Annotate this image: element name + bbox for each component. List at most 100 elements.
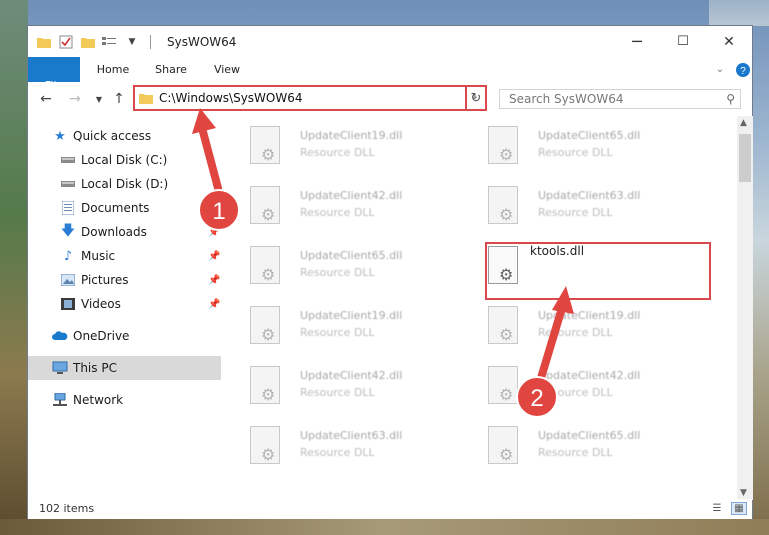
dll-file-icon: ⚙: [250, 306, 280, 344]
up-button[interactable]: ↑: [110, 90, 128, 108]
large-icons-view-icon[interactable]: ▦: [731, 502, 747, 515]
dll-file-icon: ⚙: [488, 306, 518, 344]
refresh-icon: ↻: [470, 90, 482, 106]
forward-button[interactable]: →: [66, 90, 84, 108]
sidebar-item-label: This PC: [73, 361, 117, 375]
chevron-down-icon: ▼: [95, 94, 103, 104]
file-item[interactable]: ⚙ UpdateClient42.dll Resource DLL: [480, 360, 705, 416]
sidebar-item-music[interactable]: ♪ Music 📌: [28, 244, 221, 268]
expand-ribbon-icon[interactable]: ⌄: [712, 57, 728, 82]
close-button[interactable]: ✕: [706, 26, 752, 57]
back-button[interactable]: ←: [37, 90, 55, 108]
file-item[interactable]: ⚙ UpdateClient63.dll Resource DLL: [480, 180, 705, 236]
folder-icon: [139, 94, 153, 104]
sidebar-item-this-pc[interactable]: This PC: [28, 356, 221, 380]
desktop-background-top: [709, 0, 769, 26]
sidebar-item-documents[interactable]: Documents: [28, 196, 221, 220]
file-item[interactable]: ⚙ UpdateClient19.dll Resource DLL: [242, 120, 467, 176]
file-item[interactable]: ⚙ UpdateClient65.dll Resource DLL: [242, 240, 467, 296]
refresh-button[interactable]: ↻: [465, 85, 487, 111]
sidebar-item-local-disk-c[interactable]: Local Disk (C:): [28, 148, 221, 172]
sidebar-item-onedrive[interactable]: OneDrive: [28, 324, 221, 348]
pin-icon[interactable]: 📌: [208, 275, 220, 286]
file-item[interactable]: ⚙ UpdateClient42.dll Resource DLL: [242, 360, 467, 416]
file-item[interactable]: ⚙ UpdateClient19.dll Resource DLL: [480, 300, 705, 356]
file-name: UpdateClient63.dll: [300, 429, 403, 442]
sidebar-item-downloads[interactable]: 🡇 Downloads 📌: [28, 220, 221, 244]
drive-icon: [60, 152, 76, 168]
minimize-button[interactable]: ─: [614, 26, 660, 57]
search-icon: ⚲: [726, 92, 735, 106]
file-item[interactable]: ⚙ UpdateClient63.dll Resource DLL: [242, 420, 467, 476]
new-folder-icon[interactable]: [80, 34, 96, 50]
help-button[interactable]: ?: [735, 57, 751, 82]
dll-file-icon: ⚙: [250, 366, 280, 404]
tab-view[interactable]: View: [204, 57, 250, 82]
gear-icon: ⚙: [499, 145, 514, 164]
address-path: C:\Windows\SysWOW64: [159, 91, 303, 105]
scroll-down-icon[interactable]: ▼: [740, 488, 747, 498]
dll-file-icon: ⚙: [250, 246, 280, 284]
gear-icon: ⚙: [261, 265, 276, 284]
gear-icon: ⚙: [499, 385, 514, 404]
vertical-scrollbar[interactable]: ▲ ▼: [737, 116, 753, 500]
file-type: Resource DLL: [300, 206, 375, 219]
details-view-icon[interactable]: ☰: [709, 502, 725, 515]
file-name: UpdateClient42.dll: [300, 369, 403, 382]
sidebar-item-label: Documents: [81, 201, 150, 215]
file-name: UpdateClient42.dll: [300, 189, 403, 202]
tab-home[interactable]: Home: [90, 57, 136, 82]
gear-icon: ⚙: [261, 325, 276, 344]
navigation-pane: ★ Quick access Local Disk (C:) Local Dis…: [28, 116, 221, 500]
gear-icon: ⚙: [261, 205, 276, 224]
file-name: UpdateClient65.dll: [538, 429, 641, 442]
file-type: Resource DLL: [538, 206, 613, 219]
file-type: Resource DLL: [300, 326, 375, 339]
recent-locations-button[interactable]: ▼: [90, 90, 108, 108]
search-box[interactable]: Search SysWOW64 ⚲: [499, 89, 741, 109]
tab-share[interactable]: Share: [148, 57, 194, 82]
file-item[interactable]: ⚙ UpdateClient65.dll Resource DLL: [480, 420, 705, 476]
search-input[interactable]: Search SysWOW64: [509, 92, 623, 106]
file-type: Resource DLL: [538, 446, 613, 459]
sidebar-item-label: Downloads: [81, 225, 147, 239]
properties-icon[interactable]: [58, 34, 74, 50]
file-item[interactable]: ⚙ UpdateClient65.dll Resource DLL: [480, 120, 705, 176]
music-icon: ♪: [63, 248, 73, 264]
view-options-icon[interactable]: [102, 34, 118, 50]
chevron-down-icon[interactable]: ▼: [124, 34, 140, 50]
folder-icon[interactable]: [36, 34, 52, 50]
address-bar[interactable]: C:\Windows\SysWOW64 ⌄: [133, 85, 487, 111]
file-type: Resource DLL: [300, 386, 375, 399]
pin-icon[interactable]: 📌: [208, 299, 220, 310]
sidebar-item-local-disk-d[interactable]: Local Disk (D:): [28, 172, 221, 196]
sidebar-item-network[interactable]: Network: [28, 388, 221, 412]
computer-icon: [52, 360, 68, 376]
file-item[interactable]: ⚙ UpdateClient19.dll Resource DLL: [242, 300, 467, 356]
file-name: UpdateClient65.dll: [300, 249, 403, 262]
window-title: SysWOW64: [167, 35, 237, 49]
file-name: UpdateClient19.dll: [538, 309, 641, 322]
sidebar-item-label: OneDrive: [73, 329, 130, 343]
arrow-left-icon: ←: [40, 91, 52, 107]
sidebar-item-pictures[interactable]: Pictures 📌: [28, 268, 221, 292]
pin-icon[interactable]: 📌: [208, 227, 220, 238]
file-name: UpdateClient19.dll: [300, 129, 403, 142]
dll-file-icon: ⚙: [488, 186, 518, 224]
pin-icon[interactable]: 📌: [208, 251, 220, 262]
download-icon: 🡇: [60, 223, 76, 239]
sidebar-item-label: Local Disk (C:): [81, 153, 168, 167]
sidebar-item-label: Network: [73, 393, 124, 407]
sidebar-item-quick-access[interactable]: ★ Quick access: [28, 124, 221, 148]
network-icon: [52, 392, 68, 408]
maximize-button[interactable]: ☐: [660, 26, 706, 57]
sidebar-item-videos[interactable]: Videos 📌: [28, 292, 221, 316]
title-bar: ▼ SysWOW64 ─ ☐ ✕: [28, 26, 752, 57]
file-type: Resource DLL: [538, 386, 613, 399]
highlight-box: [485, 242, 711, 300]
scrollbar-thumb[interactable]: [739, 134, 751, 182]
scroll-up-icon[interactable]: ▲: [740, 118, 747, 128]
dll-file-icon: ⚙: [488, 426, 518, 464]
cloud-icon: [52, 328, 68, 344]
file-item[interactable]: ⚙ UpdateClient42.dll Resource DLL: [242, 180, 467, 236]
